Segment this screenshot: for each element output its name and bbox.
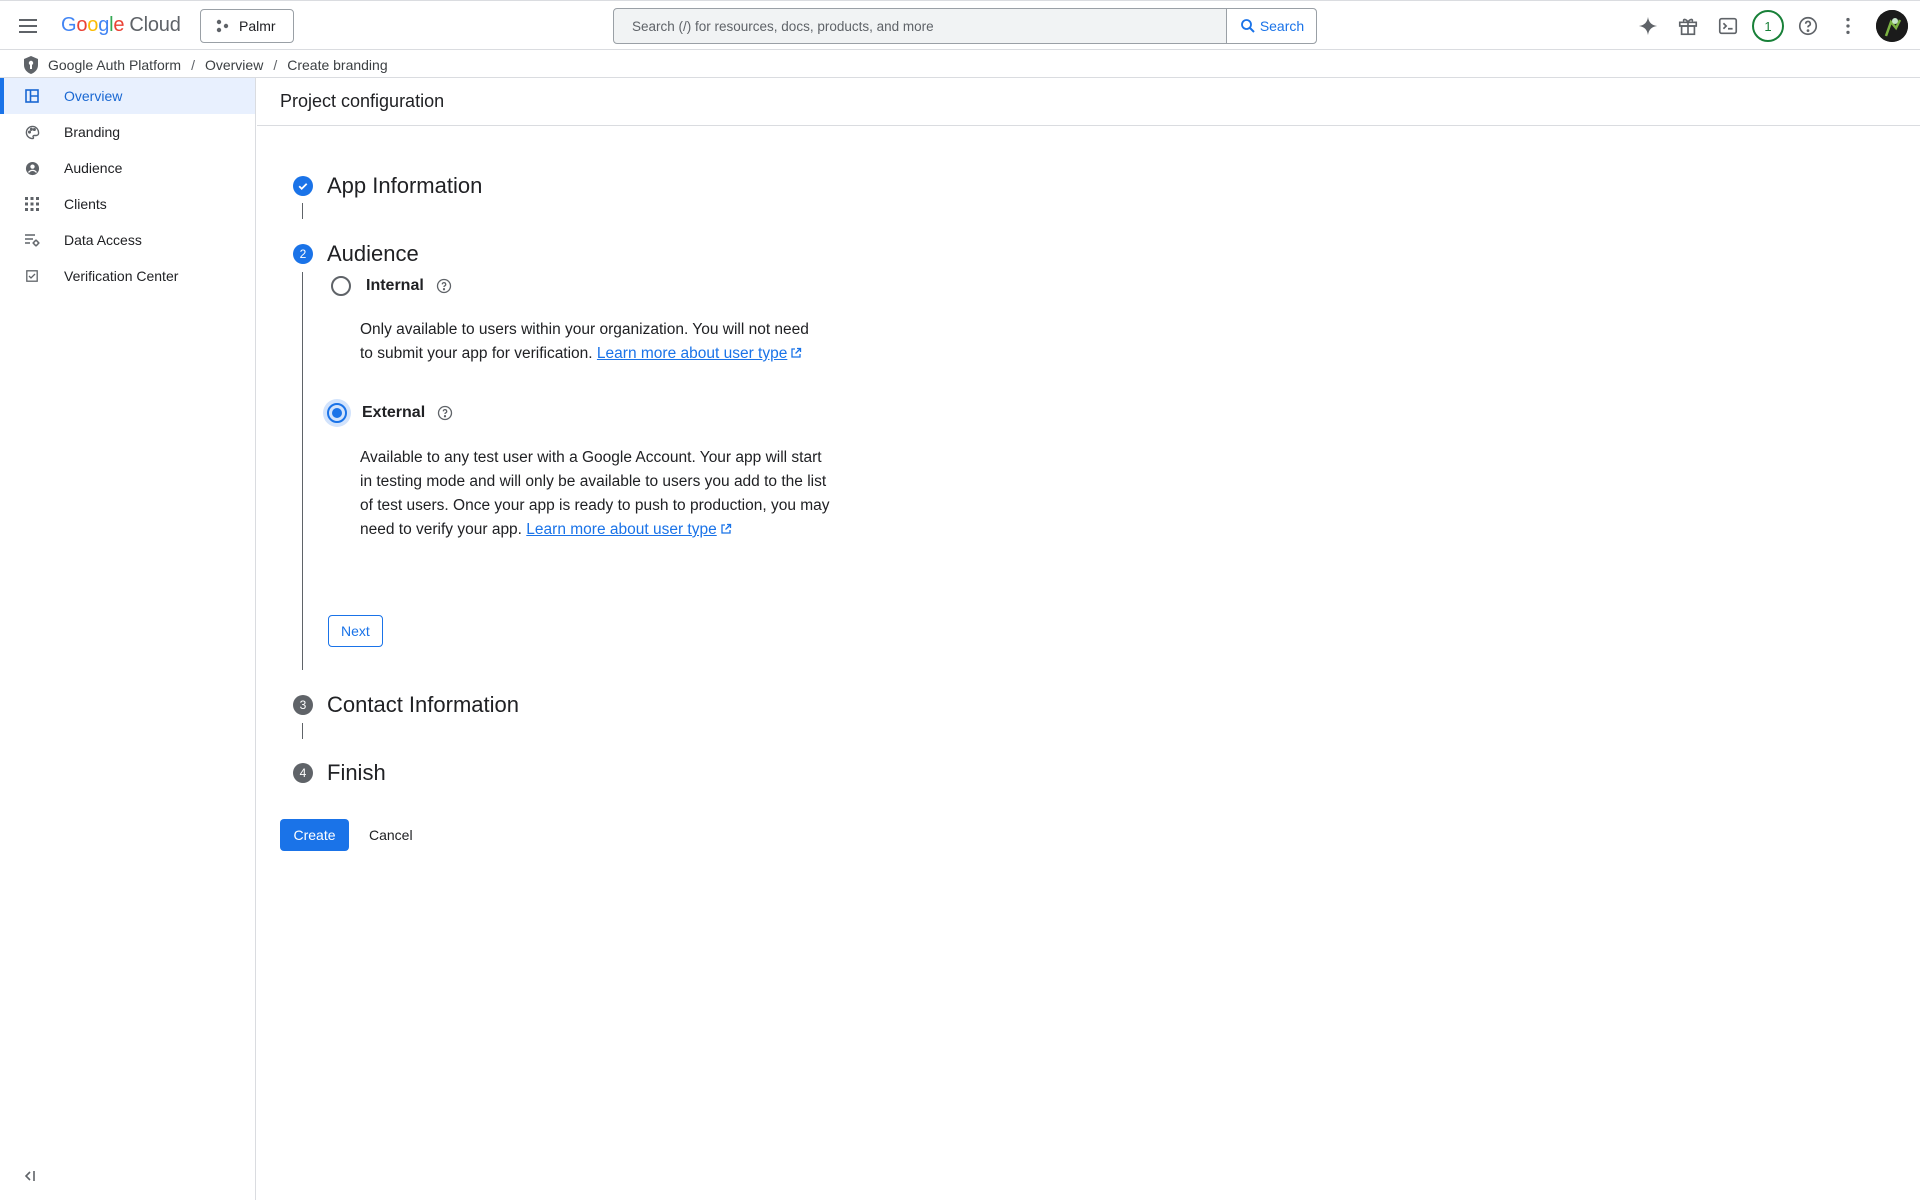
step-title: App Information [327,173,483,198]
more-vert-icon[interactable] [1828,10,1868,42]
gift-icon[interactable] [1668,10,1708,42]
breadcrumb-separator: / [273,56,278,73]
help-icon[interactable] [436,278,452,294]
step-contact-information[interactable]: 3 Contact Information [293,692,519,718]
search-bar: Search [613,8,1317,44]
cloud-shell-terminal-icon[interactable] [1708,10,1748,42]
list-settings-icon [24,232,40,248]
breadcrumb-google-auth-platform[interactable]: Google Auth Platform [48,57,181,73]
main-content: Project configuration App Information 2 … [257,78,1920,1200]
learn-more-user-type-link[interactable]: Learn more about user type [597,345,787,362]
create-button[interactable]: Create [280,819,349,851]
step-number: 4 [293,763,313,783]
step-title: Audience [327,241,419,266]
grid-icon [24,196,40,212]
breadcrumb-create-branding: Create branding [287,56,388,73]
help-icon[interactable] [437,405,453,421]
step-connector [302,723,303,739]
step-number: 3 [293,695,313,715]
breadcrumb-overview[interactable]: Overview [205,57,263,73]
google-cloud-logo[interactable]: Google Cloud [61,14,181,37]
gemini-sparkle-icon[interactable] [1628,10,1668,42]
search-input[interactable] [614,9,1226,43]
step-audience[interactable]: 2 Audience [293,241,419,267]
audience-internal-option[interactable]: Internal [331,276,452,296]
step-app-information[interactable]: App Information [293,173,482,199]
collapse-sidebar-icon[interactable] [22,1168,42,1188]
project-dots-icon [216,19,229,33]
sidebar-item-overview[interactable]: Overview [0,78,255,114]
breadcrumb: Google Auth Platform / Overview / Create… [22,51,388,78]
breadcrumb-separator: / [191,56,195,73]
step-title: Contact Information [327,692,519,717]
sidebar-item-clients[interactable]: Clients [0,186,255,222]
sidebar-item-label: Audience [64,160,123,176]
search-button-label: Search [1259,18,1305,34]
palette-icon [24,124,40,140]
notification-count-badge: 1 [1752,10,1784,42]
audience-external-option[interactable]: External [323,399,453,427]
step-number: 2 [293,244,313,264]
external-link-icon [721,523,731,534]
help-icon[interactable] [1788,10,1828,42]
step-finish[interactable]: 4 Finish [293,760,386,786]
search-icon [1240,19,1255,33]
top-bar: GoogleCloud Palmr Search 1 [0,0,1920,50]
hamburger-menu-icon[interactable] [16,14,40,38]
search-button[interactable]: Search [1226,9,1316,43]
sidebar-item-label: Branding [64,124,121,140]
internal-description: Only available to users within your orga… [360,321,809,362]
sidebar-item-label: Data Access [64,232,142,248]
shield-icon [24,55,38,74]
sidebar-item-data-access[interactable]: Data Access [0,222,255,258]
person-circle-icon [24,160,40,176]
checkbox-icon [24,268,40,284]
learn-more-user-type-link[interactable]: Learn more about user type [526,521,716,538]
external-label: External [362,404,426,421]
project-picker-button[interactable]: Palmr [200,9,294,43]
external-link-icon [791,347,802,358]
next-button[interactable]: Next [328,615,383,647]
step-connector [302,203,303,219]
sidebar-item-label: Overview [64,88,123,104]
check-circle-icon [293,176,313,196]
internal-radio[interactable] [331,276,351,296]
internal-label: Internal [366,277,424,294]
sidebar-item-verification-center[interactable]: Verification Center [0,258,255,294]
sidebar-item-label: Clients [64,196,107,212]
dashboard-icon [24,88,40,104]
account-avatar[interactable] [1876,10,1908,42]
sidebar: Overview Branding Audience Clients Data … [0,78,256,1200]
sidebar-item-audience[interactable]: Audience [0,150,255,186]
step-title: Finish [327,760,386,785]
cancel-button[interactable]: Cancel [359,819,423,851]
project-name: Palmr [239,18,276,34]
sidebar-item-branding[interactable]: Branding [0,114,255,150]
external-radio[interactable] [327,403,347,423]
step-connector [302,272,303,670]
sidebar-item-label: Verification Center [64,268,179,284]
external-description: Available to any test user with a Google… [360,449,830,538]
page-title: Project configuration [257,78,1920,126]
notifications-button[interactable]: 1 [1748,10,1788,42]
